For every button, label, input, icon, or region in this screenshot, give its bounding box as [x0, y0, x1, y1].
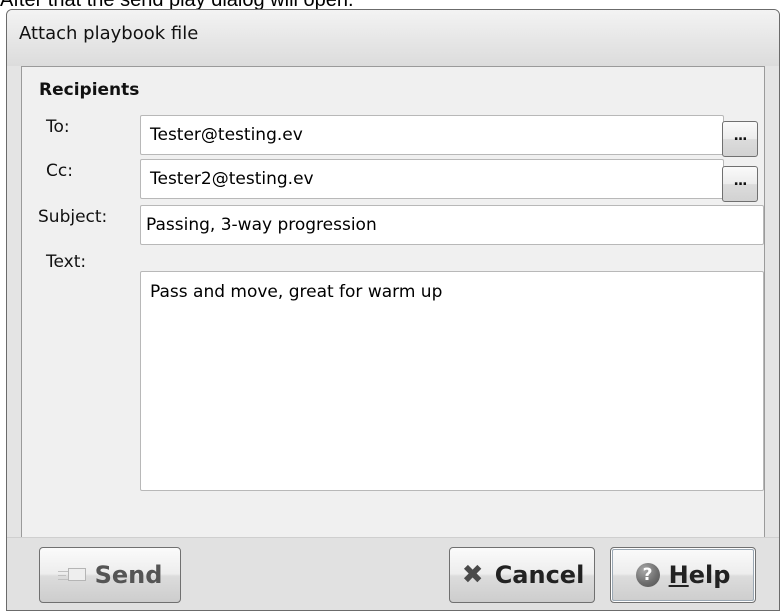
question-circle-icon: ?	[635, 563, 660, 587]
cancel-button-label: Cancel	[494, 561, 585, 589]
cancel-button[interactable]: ✖ Cancel	[449, 547, 595, 603]
dialog-title: Attach playbook file	[19, 23, 199, 44]
dialog-button-bar: Send ✖ Cancel ? Help	[7, 537, 779, 610]
to-lookup-button[interactable]: ...	[722, 121, 758, 157]
subject-label: Subject:	[38, 207, 108, 227]
attach-playbook-dialog: Attach playbook file Recipients To: Test…	[6, 9, 780, 611]
message-text-area[interactable]: Pass and move, great for warm up	[140, 271, 764, 491]
recipients-group-label: Recipients	[39, 80, 140, 100]
x-icon: ✖	[461, 560, 484, 590]
envelope-icon	[57, 566, 86, 584]
dialog-content: Recipients To: Tester@testing.ev ... Cc:…	[21, 66, 765, 596]
cc-lookup-button[interactable]: ...	[722, 166, 758, 202]
subject-field[interactable]: Passing, 3-way progression	[140, 205, 764, 245]
text-label: Text:	[46, 252, 87, 272]
help-button-label: Help	[668, 561, 731, 589]
to-label: To:	[46, 117, 70, 137]
cc-label: Cc:	[46, 161, 73, 181]
to-field[interactable]: Tester@testing.ev	[140, 115, 724, 155]
instruction-caption: After that the send play dialog will ope…	[0, 0, 354, 11]
send-button-label: Send	[94, 561, 163, 589]
dialog-titlebar[interactable]: Attach playbook file	[7, 10, 779, 66]
help-button[interactable]: ? Help	[610, 547, 756, 603]
cc-field[interactable]: Tester2@testing.ev	[140, 159, 724, 199]
send-button[interactable]: Send	[39, 547, 181, 603]
